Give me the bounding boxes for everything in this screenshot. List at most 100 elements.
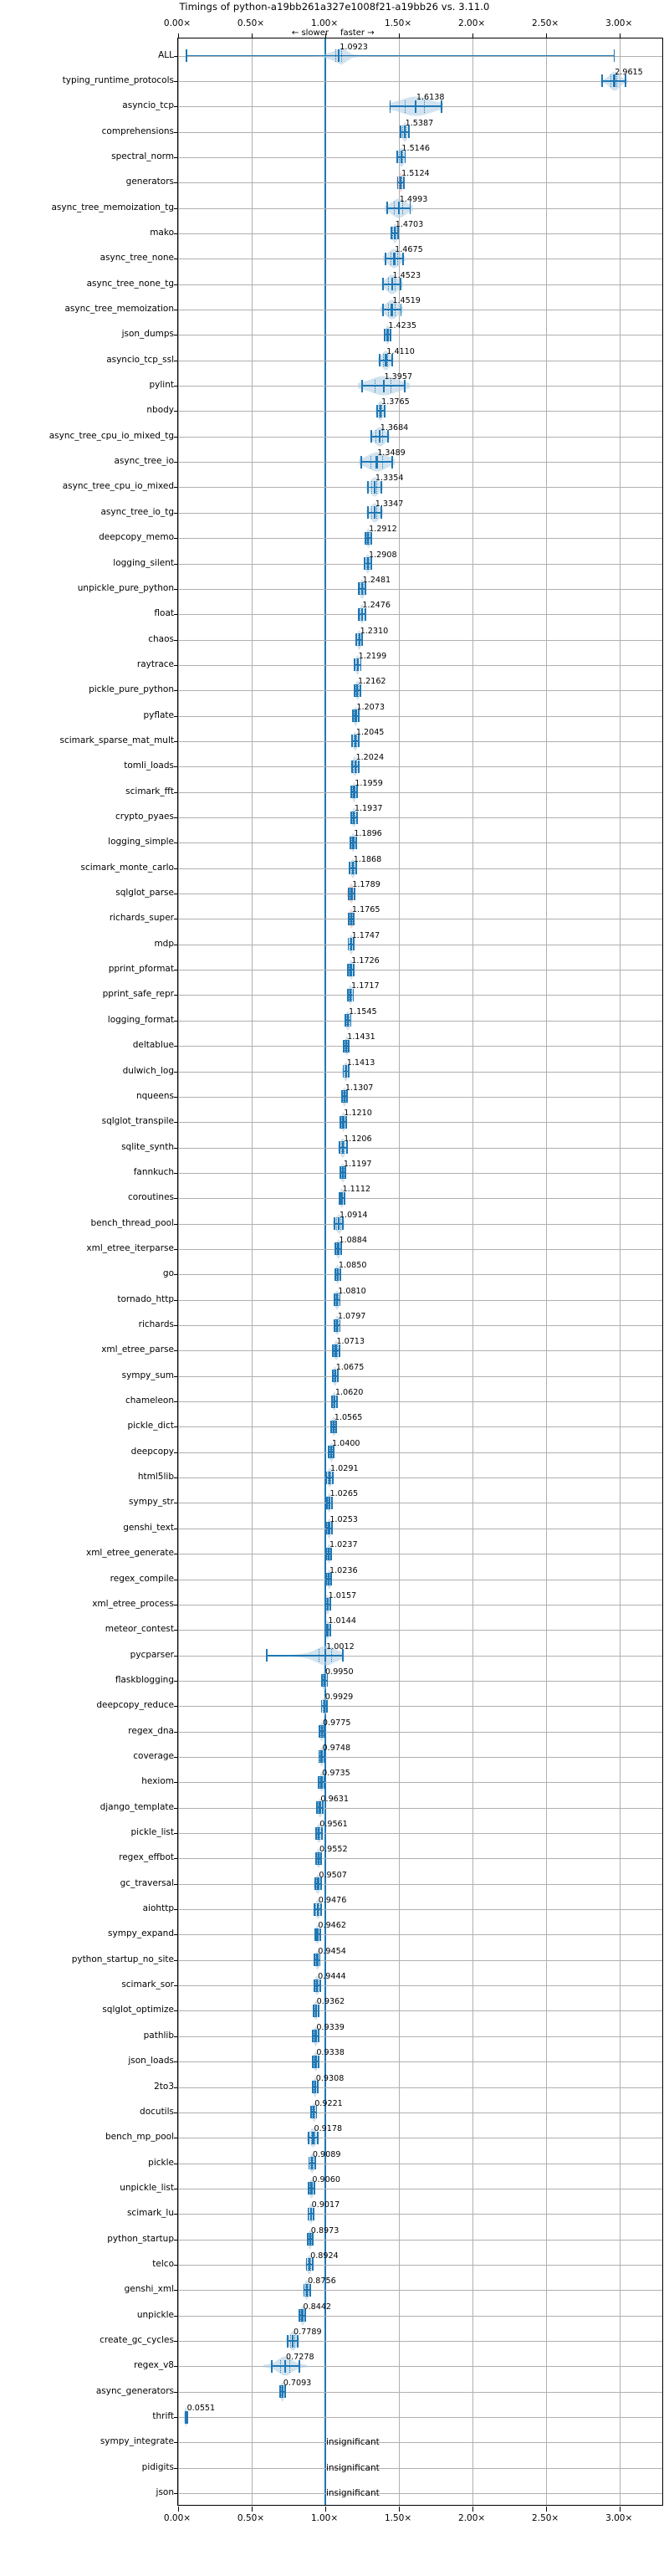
violin-row: 0.9929 (178, 1693, 662, 1718)
violin-row: 1.0810 (178, 1287, 662, 1313)
value-label: 1.5146 (401, 143, 430, 153)
x-axis-label-top: 2.00× (458, 18, 486, 28)
category-label-asyncio_tcp: asyncio_tcp (122, 100, 174, 110)
violin-row: 1.1896 (178, 829, 662, 855)
value-label: 1.3765 (381, 397, 410, 407)
violin-row: 1.1765 (178, 905, 662, 931)
value-label: 1.0291 (330, 1464, 359, 1474)
violin-row: 0.9221 (178, 2099, 662, 2125)
value-label: 1.0253 (329, 1514, 358, 1524)
x-tick-bottom (252, 2507, 253, 2512)
value-label: 1.1307 (345, 1083, 374, 1093)
violin-row: 1.4519 (178, 296, 662, 322)
violin-row: 1.2481 (178, 576, 662, 602)
x-tick-top (546, 33, 548, 38)
category-label-comprehensions: comprehensions (101, 125, 174, 136)
violin-row: 1.0237 (178, 1540, 662, 1566)
violin-row: 0.9775 (178, 1718, 662, 1744)
violin-row: 1.4110 (178, 347, 662, 373)
violin-row: 1.0797 (178, 1312, 662, 1338)
value-label: 1.1206 (344, 1134, 372, 1144)
violin-row: 0.9362 (178, 1997, 662, 2023)
violin-row: 1.2073 (178, 703, 662, 729)
x-tick-bottom (178, 2507, 179, 2512)
violin-row: 1.1545 (178, 1007, 662, 1033)
category-label-bench_thread_pool: bench_thread_pool (90, 1217, 174, 1228)
insignificant-label: insignificant (325, 2488, 380, 2499)
x-axis-label-bottom: 2.50× (532, 2513, 559, 2523)
category-label-aiohttp: aiohttp (142, 1903, 174, 1913)
category-label-pickle: pickle (148, 2157, 174, 2168)
x-axis-label-bottom: 3.00× (605, 2513, 633, 2523)
value-label: 1.1868 (353, 854, 382, 864)
value-label: 0.0551 (186, 2404, 216, 2414)
violin-row: 1.1789 (178, 880, 662, 906)
violin-row: 1.0620 (178, 1388, 662, 1414)
violin-row: 0.9631 (178, 1795, 662, 1821)
violin-row: 1.0923 (169, 43, 662, 69)
quartile-q1 (280, 2359, 282, 2373)
quartile-q1 (394, 202, 396, 215)
value-label: 0.9339 (316, 2022, 345, 2032)
category-label-unpickle_pure_python: unpickle_pure_python (77, 582, 174, 593)
x-tick-bottom (472, 2507, 474, 2512)
value-label: 1.0797 (337, 1312, 366, 1321)
violin-row: 0.9060 (178, 2175, 662, 2201)
violin-row: insignificant (178, 2456, 662, 2481)
category-label-django_template: django_template (100, 1801, 174, 1812)
category-label-genshi_xml: genshi_xml (124, 2284, 174, 2295)
value-label: 0.9735 (322, 1769, 350, 1779)
x-axis-label-top: 1.50× (384, 18, 412, 28)
x-tick-bottom (325, 2507, 327, 2512)
category-label-pyflate: pyflate (143, 709, 174, 720)
value-label: 0.8973 (310, 2225, 340, 2235)
value-label: 1.0850 (338, 1261, 367, 1271)
category-label-scimark_sparse_mat_mult: scimark_sparse_mat_mult (59, 735, 175, 745)
quartile-q1 (371, 506, 373, 520)
violin-row: 0.9454 (178, 1947, 662, 1973)
value-label: 0.8442 (303, 2302, 332, 2312)
category-label-pidigits: pidigits (141, 2461, 174, 2472)
value-label: 1.3347 (375, 499, 404, 509)
violin-row: insignificant (178, 2430, 662, 2455)
category-label-regex_v8: regex_v8 (134, 2360, 174, 2371)
category-label-tomli_loads: tomli_loads (124, 761, 174, 771)
value-label: 0.9444 (318, 1972, 346, 1982)
value-label: 1.1726 (351, 956, 380, 966)
category-label-pprint_safe_repr: pprint_safe_repr (102, 989, 174, 1000)
category-label-deepcopy: deepcopy (130, 1446, 174, 1457)
value-label: 1.2024 (355, 753, 385, 763)
category-label-coverage: coverage (133, 1750, 174, 1761)
value-label: 0.9308 (315, 2073, 345, 2083)
category-label-chameleon: chameleon (125, 1395, 174, 1406)
violin-row: 0.0551 (178, 2404, 662, 2430)
value-label: 1.1765 (351, 905, 380, 915)
value-label: 1.0400 (331, 1438, 360, 1448)
violin-row: 1.2024 (178, 753, 662, 779)
whisker-cap-low (357, 582, 360, 596)
violin-row: 0.9552 (178, 1845, 662, 1871)
violin-row: 0.9338 (178, 2048, 662, 2074)
value-label: 1.2908 (368, 550, 397, 560)
violin-row: 1.3957 (178, 372, 662, 398)
quartile-q1 (370, 455, 372, 469)
value-label: 1.0236 (329, 1565, 358, 1575)
category-label-scimark_fft: scimark_fft (125, 786, 174, 796)
category-label-pathlib: pathlib (143, 2030, 174, 2041)
category-label-meteor_contest: meteor_contest (105, 1623, 174, 1634)
category-label-sympy_sum: sympy_sum (121, 1370, 174, 1380)
insignificant-label: insignificant (325, 2462, 380, 2473)
category-label-pprint_pformat: pprint_pformat (108, 963, 174, 974)
category-label-sqlglot_transpile: sqlglot_transpile (101, 1115, 174, 1126)
value-label: 1.0012 (326, 1641, 355, 1652)
value-label: 1.0265 (329, 1489, 359, 1499)
value-label: 1.1210 (344, 1109, 372, 1119)
category-label-python_startup_no_site: python_startup_no_site (71, 1954, 174, 1964)
quartile-q1 (375, 379, 376, 392)
violin-row: 1.4703 (178, 220, 662, 246)
violin-row: 1.4235 (178, 321, 662, 347)
category-label-sympy_str: sympy_str (129, 1497, 174, 1508)
category-label-async_tree_memoization: async_tree_memoization (64, 303, 175, 314)
whisker-cap-low (350, 760, 353, 773)
violin-row: 1.0914 (178, 1211, 662, 1237)
